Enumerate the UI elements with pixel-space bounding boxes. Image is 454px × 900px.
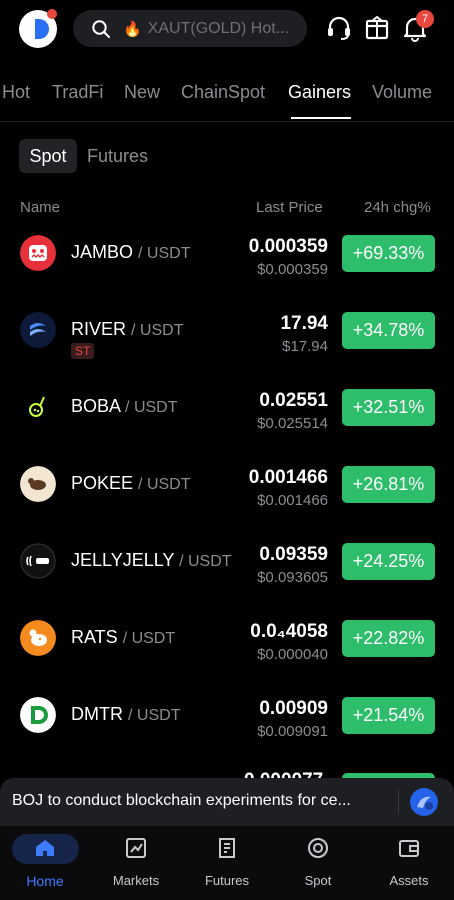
subtab-futures[interactable]: Futures (87, 139, 148, 173)
active-tab-indicator (291, 117, 351, 119)
pair-name: DMTR / USDT (71, 704, 181, 724)
tab-new[interactable]: New (124, 82, 160, 103)
table-row[interactable]: RATS / USDT 0.0₄4058 $0.000040 +22.82% (0, 620, 454, 697)
change-badge[interactable]: +69.33% (342, 235, 435, 272)
search-bar[interactable]: 🔥 XAUT(GOLD) Hot... (73, 10, 307, 47)
nav-label: Assets (389, 873, 429, 888)
change-badge[interactable]: +24.25% (342, 543, 435, 580)
pair-name: JAMBO / USDT (71, 242, 191, 262)
column-header-change[interactable]: 24h chg% (364, 199, 431, 216)
nav-spot[interactable]: Spot (273, 826, 363, 900)
app-logo[interactable] (18, 9, 58, 49)
fiat-price: $0.093605 (257, 569, 328, 586)
nav-home[interactable]: Home (0, 826, 90, 900)
pair-name: JELLYJELLY / USDT (71, 550, 232, 570)
notification-badge: 7 (416, 10, 434, 28)
table-row[interactable]: BOBA / USDT 0.02551 $0.025514 +32.51% (0, 389, 454, 466)
search-placeholder: XAUT(GOLD) Hot... (147, 19, 290, 37)
subtab-spot[interactable]: Spot (19, 139, 77, 173)
nav-label: Spot (304, 873, 332, 888)
change-badge[interactable]: +21.54% (342, 697, 435, 734)
table-row[interactable]: RIVER / USDT ST 17.94 $17.94 +34.78% (0, 312, 454, 389)
category-tabs: Hot TradFi New ChainSpot Gainers Volume (0, 78, 454, 122)
last-price: 0.001466 (248, 467, 328, 488)
fiat-price: $17.94 (282, 338, 328, 355)
ai-assistant-icon[interactable] (409, 787, 439, 817)
last-price: 0.000359 (248, 236, 328, 257)
change-badge[interactable]: +34.78% (342, 312, 435, 349)
markets-chart-icon (126, 838, 146, 858)
boba-coin-icon (20, 389, 56, 425)
river-coin-icon (20, 312, 56, 348)
wallet-icon (399, 840, 419, 857)
pokee-coin-icon (20, 466, 56, 502)
headset-icon[interactable] (324, 13, 354, 43)
nav-assets[interactable]: Assets (364, 826, 454, 900)
spot-target-icon (308, 838, 328, 858)
last-price: 17.94 (280, 313, 328, 334)
pair-name: POKEE / USDT (71, 473, 191, 493)
divider (398, 790, 399, 814)
tab-tradfi[interactable]: TradFi (52, 82, 103, 103)
column-header-last-price[interactable]: Last Price (256, 199, 323, 216)
app-header: 🔥 XAUT(GOLD) Hot... 7 (0, 0, 454, 58)
search-icon (92, 19, 110, 38)
fiat-price: $0.000040 (257, 646, 328, 663)
fire-icon: 🔥 (123, 20, 142, 38)
home-icon (36, 840, 54, 856)
nav-label: Futures (204, 873, 250, 888)
fiat-price: $0.001466 (257, 492, 328, 509)
fiat-price: $0.025514 (257, 415, 328, 432)
bottom-nav: Home Markets Futures Spot Assets (0, 826, 454, 900)
last-price: 0.0₄4058 (250, 621, 328, 642)
change-badge[interactable]: +32.51% (342, 389, 435, 426)
column-header-name[interactable]: Name (20, 199, 60, 216)
news-banner[interactable]: BOJ to conduct blockchain experiments fo… (0, 778, 454, 826)
table-row[interactable]: JELLYJELLY / USDT 0.09359 $0.093605 +24.… (0, 543, 454, 620)
last-price: 0.00909 (259, 698, 328, 719)
tab-volume[interactable]: Volume (372, 82, 432, 103)
st-tag: ST (71, 343, 95, 359)
tab-chainspot[interactable]: ChainSpot (181, 82, 265, 103)
rats-coin-icon (20, 620, 56, 656)
pair-name: RIVER / USDT (71, 319, 184, 339)
gift-box-icon[interactable] (362, 13, 392, 43)
fiat-price: $0.000359 (257, 261, 328, 278)
futures-document-icon (219, 838, 235, 858)
tab-gainers[interactable]: Gainers (288, 82, 351, 103)
change-badge[interactable]: +26.81% (342, 466, 435, 503)
last-price: 0.09359 (259, 544, 328, 565)
nav-label: Markets (112, 873, 160, 888)
change-badge[interactable]: +22.82% (342, 620, 435, 657)
nav-label: Home (26, 873, 64, 889)
jellyjelly-coin-icon (20, 543, 56, 579)
dmtr-coin-icon (20, 697, 56, 733)
table-row[interactable]: JAMBO / USDT 0.000359 $0.000359 +69.33% (0, 235, 454, 312)
fiat-price: $0.009091 (257, 723, 328, 740)
nav-markets[interactable]: Markets (91, 826, 181, 900)
tab-hot[interactable]: Hot (2, 82, 30, 103)
pair-name: RATS / USDT (71, 627, 176, 647)
table-row[interactable]: DMTR / USDT 0.00909 $0.009091 +21.54% (0, 697, 454, 774)
news-headline[interactable]: BOJ to conduct blockchain experiments fo… (12, 792, 390, 810)
pair-name: BOBA / USDT (71, 396, 178, 416)
jambo-coin-icon (20, 235, 56, 271)
nav-futures[interactable]: Futures (182, 826, 272, 900)
last-price: 0.02551 (259, 390, 328, 411)
table-row[interactable]: POKEE / USDT 0.001466 $0.001466 +26.81% (0, 466, 454, 543)
